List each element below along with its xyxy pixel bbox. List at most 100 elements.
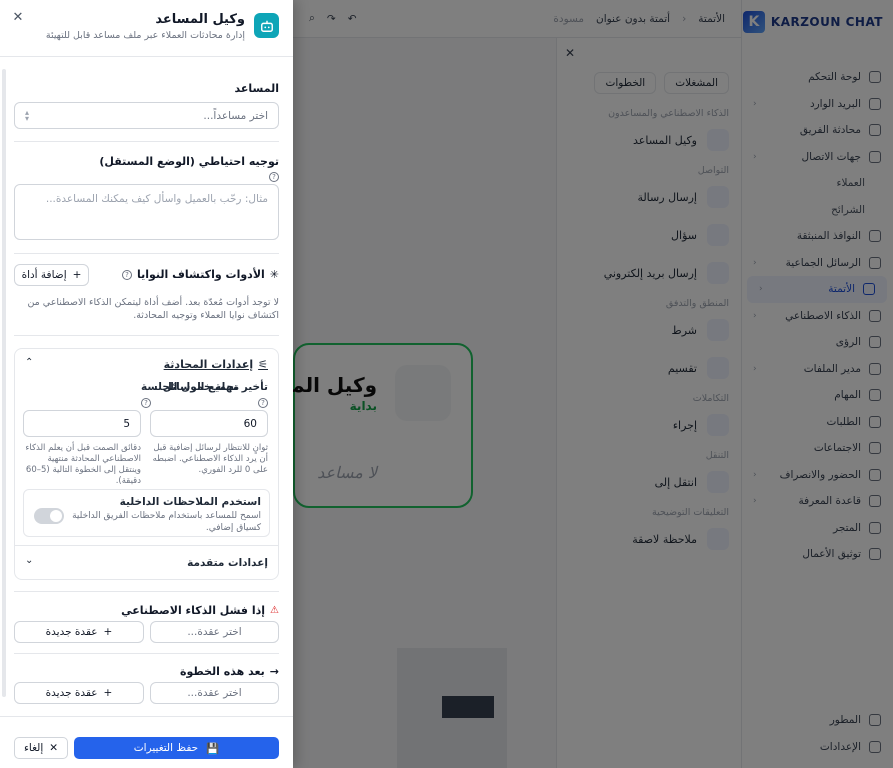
- sidebar-item[interactable]: الرسائل الجماعية ‹: [741, 250, 893, 277]
- timeout-label: مهلة خمول الجلسة: [141, 381, 240, 393]
- chevron-icon: ‹: [753, 151, 757, 162]
- search-icon[interactable]: ⌕: [309, 12, 315, 25]
- sidebar-item[interactable]: مدير الملفات ‹: [741, 356, 893, 383]
- sidebar-item[interactable]: جهات الاتصال ‹: [741, 144, 893, 171]
- chevron-icon: ‹: [753, 257, 757, 268]
- help-icon[interactable]: ?: [269, 172, 279, 182]
- sidebar-item[interactable]: البريد الوارد ‹: [741, 91, 893, 118]
- node-subtitle: بداية: [349, 399, 377, 413]
- panel-step-item[interactable]: وكيل المساعد: [557, 121, 741, 159]
- assistant-select-value: اختر مساعداً...: [203, 109, 268, 122]
- panel-step-item[interactable]: إرسال رسالة: [557, 178, 741, 216]
- drawer-title: وكيل المساعد: [155, 12, 245, 27]
- chevron-icon: ‹: [753, 310, 757, 321]
- chevron-icon: ‹: [753, 363, 757, 374]
- drawer-header: وكيل المساعد إدارة محادثات العملاء عبر م…: [0, 0, 293, 57]
- close-icon[interactable]: ✕: [10, 9, 26, 25]
- sidebar-item[interactable]: توثيق الأعمال: [741, 541, 893, 568]
- drawer-subtitle: إدارة محادثات العملاء عبر ملف مساعد قابل…: [45, 30, 245, 41]
- close-icon[interactable]: ✕: [565, 46, 575, 60]
- scrollbar[interactable]: [2, 69, 6, 697]
- chevron-icon: ‹: [753, 469, 757, 480]
- minimap-viewport[interactable]: [442, 696, 494, 718]
- sidebar-item[interactable]: الشرائح: [741, 197, 893, 224]
- panel-step-item[interactable]: إجراء: [557, 406, 741, 444]
- chevron-updown-icon: ▴ ▾: [25, 107, 30, 123]
- assistant-select[interactable]: اختر مساعداً... ▴ ▾: [14, 102, 279, 129]
- panel-step-item[interactable]: انتقل إلى: [557, 463, 741, 501]
- breadcrumb-root[interactable]: الأتمتة: [698, 13, 725, 25]
- sidebar-item[interactable]: قاعدة المعرفة ‹: [741, 488, 893, 515]
- nav-icon: [869, 714, 881, 727]
- automation-title[interactable]: أتمتة بدون عنوان: [596, 13, 670, 25]
- timeout-input[interactable]: 5: [23, 410, 141, 437]
- agent-settings-drawer: وكيل المساعد إدارة محادثات العملاء عبر م…: [0, 0, 293, 768]
- nav-icon: [869, 468, 881, 481]
- panel-group-title: المنطق والتدفق: [665, 298, 729, 309]
- sidebar-item[interactable]: الرؤى: [741, 329, 893, 356]
- next-header: → بعد هذه الخطوة: [180, 665, 279, 678]
- help-icon[interactable]: ?: [258, 398, 268, 408]
- next-choose-node-button[interactable]: اختر عقدة...: [150, 682, 279, 704]
- minimap[interactable]: [397, 648, 507, 768]
- node-placeholder: لا مساعد: [317, 463, 377, 482]
- fail-new-node-button[interactable]: + عقدة جديدة: [14, 621, 144, 643]
- sidebar-bottom-item[interactable]: الإعدادات: [741, 734, 893, 761]
- sidebar-item[interactable]: الاجتماعات: [741, 435, 893, 462]
- sidebar-item[interactable]: الحضور والانصراف ‹: [741, 462, 893, 489]
- undo-icon[interactable]: ↶: [348, 13, 357, 25]
- drawer-body[interactable]: المساعد اختر مساعداً... ▴ ▾ توجيه احتياطي…: [0, 57, 293, 716]
- next-new-node-button[interactable]: + عقدة جديدة: [14, 682, 144, 704]
- cancel-button[interactable]: ✕ إلغاء: [14, 737, 68, 759]
- panel-step-item[interactable]: إرسال بريد إلكتروني: [557, 254, 741, 292]
- tab-steps[interactable]: الخطوات: [594, 72, 657, 94]
- brand-logo[interactable]: K KARZOUN CHAT: [742, 10, 883, 34]
- step-icon: [707, 224, 729, 246]
- nav-icon: [869, 71, 881, 84]
- panel-step-item[interactable]: تقسيم: [557, 349, 741, 387]
- save-button[interactable]: 💾 حفظ التغييرات: [74, 737, 279, 759]
- sidebar-item[interactable]: الأتمتة ‹: [747, 276, 887, 303]
- sidebar-bottom-item[interactable]: المطور: [741, 707, 893, 734]
- panel-step-item[interactable]: ملاحظة لاصقة: [557, 520, 741, 558]
- internal-notes-row: استخدم الملاحظات الداخلية اسمح للمساعد ب…: [23, 489, 270, 537]
- nav-icon: [869, 521, 881, 534]
- panel-step-item[interactable]: سؤال: [557, 216, 741, 254]
- conversation-settings-header[interactable]: ⚟ إعدادات المحادثة: [164, 358, 268, 371]
- tab-triggers[interactable]: المشغلات: [664, 72, 729, 94]
- delay-input[interactable]: 60: [150, 410, 268, 437]
- chevron-down-icon[interactable]: ⌄: [25, 555, 33, 566]
- divider: [14, 141, 279, 142]
- flow-canvas[interactable]: وكيل المساعد بداية لا مساعد: [239, 38, 556, 768]
- status-badge: مسودة: [553, 12, 584, 25]
- sidebar-item[interactable]: لوحة التحكم: [741, 64, 893, 91]
- redo-icon[interactable]: ↷: [327, 13, 336, 25]
- notes-title: استخدم الملاحظات الداخلية: [119, 496, 261, 508]
- step-icon: [707, 414, 729, 436]
- help-icon[interactable]: ?: [141, 398, 151, 408]
- advanced-settings-toggle[interactable]: إعدادات متقدمة: [187, 557, 268, 569]
- nav-icon: [869, 124, 881, 137]
- sidebar-item[interactable]: العملاء: [741, 170, 893, 197]
- divider: [15, 545, 278, 546]
- chevron-icon: ‹: [753, 98, 757, 109]
- fail-choose-node-button[interactable]: اختر عقدة...: [150, 621, 279, 643]
- robot-icon: [254, 13, 279, 38]
- nav-icon: [869, 415, 881, 428]
- chevron-icon: ‹: [759, 284, 763, 295]
- chevron-up-icon[interactable]: ⌃: [25, 357, 33, 368]
- sidebar-item[interactable]: محادثة الفريق: [741, 117, 893, 144]
- panel-step-item[interactable]: شرط: [557, 311, 741, 349]
- help-icon[interactable]: ?: [121, 269, 132, 280]
- add-tool-button[interactable]: + إضافة أداة: [14, 264, 89, 286]
- step-icon: [707, 129, 729, 151]
- sidebar-item[interactable]: المتجر: [741, 515, 893, 542]
- internal-notes-toggle[interactable]: [34, 508, 64, 524]
- step-icon: [707, 319, 729, 341]
- agent-node[interactable]: وكيل المساعد بداية لا مساعد: [239, 343, 473, 508]
- sidebar-item[interactable]: النوافذ المنبثقة: [741, 223, 893, 250]
- sidebar-item[interactable]: الطلبات: [741, 409, 893, 436]
- fallback-textarea[interactable]: مثال: رحّب بالعميل واسأل كيف يمكنك المسا…: [14, 184, 279, 240]
- sidebar-item[interactable]: المهام: [741, 382, 893, 409]
- sidebar-item[interactable]: الذكاء الاصطناعي ‹: [741, 303, 893, 330]
